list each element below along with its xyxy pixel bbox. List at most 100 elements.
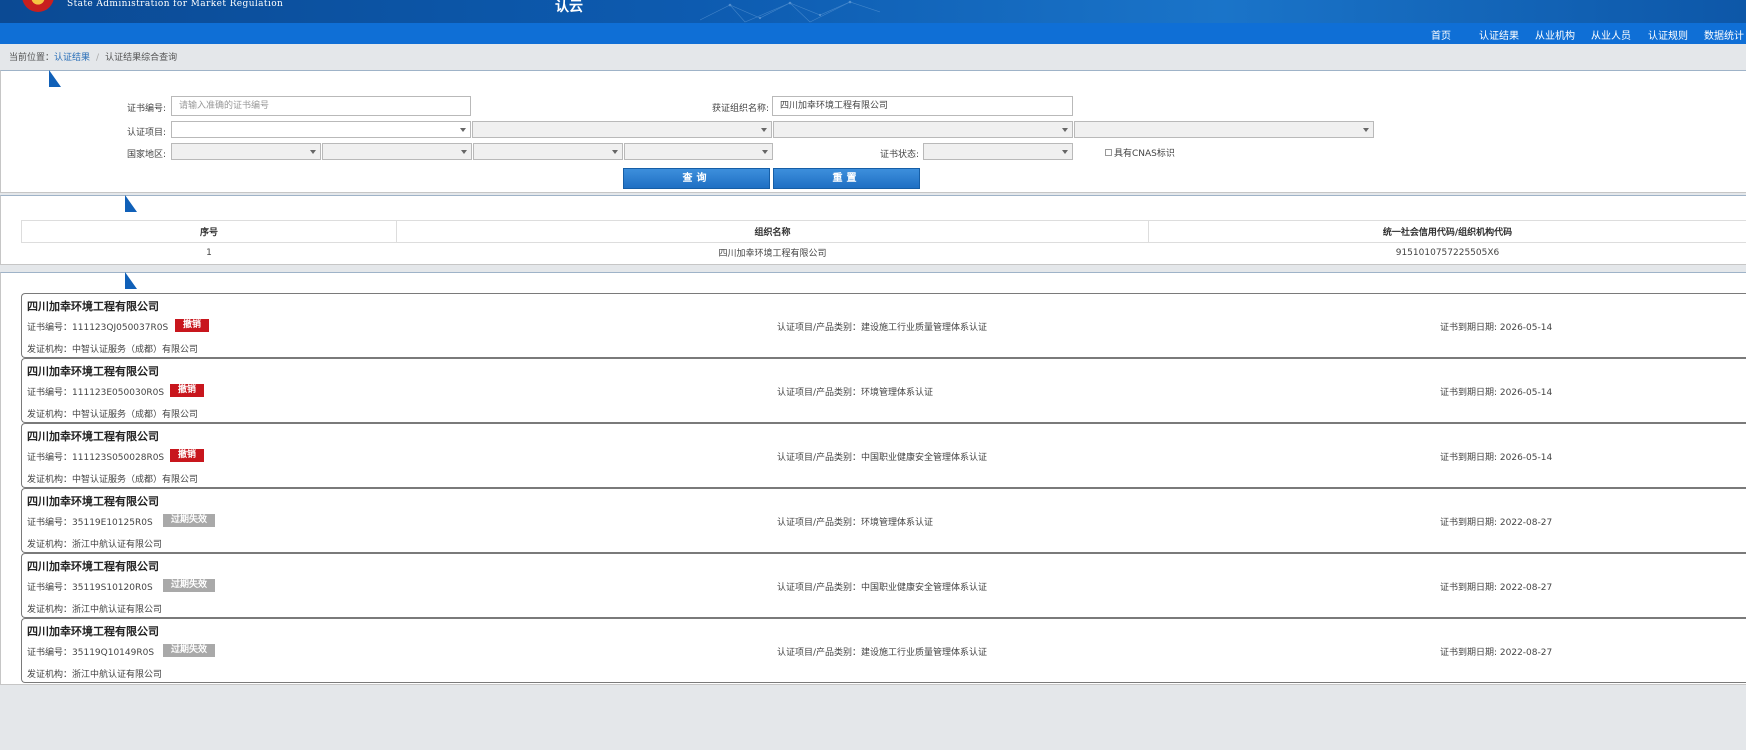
main-nav: 首页 认证结果 从业机构 从业人员 认证规则 数据统计	[0, 23, 1746, 44]
cnas-checkbox[interactable]	[1105, 149, 1112, 156]
project-label: 认证项目:	[127, 128, 167, 138]
project-select-4[interactable]	[1074, 121, 1374, 138]
query-panel-title: 查询条件	[1, 70, 61, 87]
issuer-prefix: 发证机构：	[27, 345, 73, 355]
query-panel: 查询条件 证书编号: 请输入准确的证书编号 获证组织名称: 四川加幸环境工程有限…	[0, 70, 1746, 193]
cert-card[interactable]: 四川加幸环境工程有限公司 证书编号：111123E050030R0S 撤销 认证项目/…	[21, 358, 1746, 423]
cert-project: 认证项目/产品类别：中国职业健康安全管理体系认证	[777, 450, 987, 463]
status-badge: 过期失效	[163, 514, 216, 527]
cert-card[interactable]: 四川加幸环境工程有限公司 证书编号：35119S10120R0S 过期失效 认证项目/…	[21, 553, 1746, 618]
nav-statistics[interactable]: 数据统计	[1704, 27, 1744, 42]
expiry-prefix: 证书到期日期:	[1440, 388, 1500, 398]
expiry-value: 2026-05-14	[1499, 453, 1553, 463]
nav-cert-results[interactable]: 认证结果	[1479, 27, 1519, 42]
project-select-1[interactable]	[171, 121, 471, 138]
issuer-prefix: 发证机构：	[27, 540, 73, 550]
cert-company-name: 四川加幸环境工程有限公司	[27, 300, 159, 313]
table-row[interactable]: 1 四川加幸环境工程有限公司 9151010757225505X6	[22, 243, 1746, 263]
org-list-panel: 组织列表(点击查看证书信息) 序号 组织名称 统一社会信用代码/组织机构代码 1…	[0, 195, 1746, 265]
status-select[interactable]	[923, 143, 1073, 160]
org-row-index: 1	[206, 247, 212, 258]
chevron-down-icon	[460, 128, 466, 132]
chevron-down-icon	[1062, 150, 1068, 154]
org-col-name: 组织名称	[396, 220, 1149, 243]
cert-no-input[interactable]: 请输入准确的证书编号	[171, 96, 471, 116]
status-badge: 撤销	[170, 449, 205, 462]
cert-issuer: 发证机构：浙江中航认证有限公司	[27, 667, 162, 680]
project-value: 建设施工行业质量管理体系认证	[861, 323, 988, 333]
issuer-value: 中智认证服务（成都）有限公司	[72, 475, 199, 485]
search-button[interactable]: 查询	[623, 168, 770, 189]
cert-card[interactable]: 四川加幸环境工程有限公司 证书编号：111123S050028R0S 撤销 认证项目/…	[21, 423, 1746, 488]
cert-no-value: 35119Q10149R0S	[72, 648, 155, 658]
project-select-3[interactable]	[773, 121, 1073, 138]
project-prefix: 认证项目/产品类别：	[777, 648, 862, 658]
cert-issuer: 发证机构：浙江中航认证有限公司	[27, 602, 162, 615]
cert-no-value: 35119E10125R0S	[72, 518, 153, 528]
cnas-checkbox-wrap[interactable]: 具有CNAS标识	[1105, 146, 1175, 159]
expiry-value: 2022-08-27	[1499, 518, 1553, 528]
nav-cert-rules[interactable]: 认证规则	[1648, 27, 1688, 42]
chevron-down-icon	[761, 128, 767, 132]
network-decoration-icon	[700, 0, 880, 23]
expiry-prefix: 证书到期日期:	[1440, 453, 1500, 463]
breadcrumb-link[interactable]: 认证结果	[54, 53, 90, 63]
chevron-down-icon	[612, 150, 618, 154]
status-badge: 过期失效	[163, 579, 216, 592]
nav-institutions[interactable]: 从业机构	[1535, 27, 1575, 42]
project-prefix: 认证项目/产品类别：	[777, 453, 862, 463]
region-select-3[interactable]	[473, 143, 623, 160]
cert-company-name: 四川加幸环境工程有限公司	[27, 365, 159, 378]
issuer-value: 中智认证服务（成都）有限公司	[72, 410, 199, 420]
expiry-prefix: 证书到期日期:	[1440, 583, 1500, 593]
org-name-input[interactable]: 四川加幸环境工程有限公司	[772, 96, 1073, 116]
cert-project: 认证项目/产品类别：中国职业健康安全管理体系认证	[777, 580, 987, 593]
reset-button[interactable]: 重置	[773, 168, 920, 189]
cert-list-panel: 证书列表(点击查看详细信息) 四川加幸环境工程有限公司 证书编号：111123QJ…	[0, 272, 1746, 685]
cert-card[interactable]: 四川加幸环境工程有限公司 证书编号：111123QJ050037R0S 撤销 认证项目…	[21, 293, 1746, 358]
cert-number: 证书编号：35119E10125R0S	[27, 515, 153, 528]
cert-company-name: 四川加幸环境工程有限公司	[27, 430, 159, 443]
org-col-code: 统一社会信用代码/组织机构代码	[1148, 220, 1746, 243]
site-title-fragment: 认云	[555, 0, 583, 15]
breadcrumb-separator: /	[96, 53, 100, 63]
cert-no-value: 111123QJ050037R0S	[72, 323, 169, 333]
cert-issuer: 发证机构：中智认证服务（成都）有限公司	[27, 342, 198, 355]
project-prefix: 认证项目/产品类别：	[777, 583, 862, 593]
region-select-1[interactable]	[171, 143, 321, 160]
cert-issuer: 发证机构：中智认证服务（成都）有限公司	[27, 407, 198, 420]
cert-no-prefix: 证书编号：	[27, 388, 73, 398]
cert-no-label: 证书编号:	[127, 104, 167, 114]
cert-number: 证书编号：35119Q10149R0S	[27, 645, 154, 658]
chevron-down-icon	[1363, 128, 1369, 132]
status-badge: 撤销	[175, 319, 210, 332]
project-select-2[interactable]	[472, 121, 772, 138]
project-value: 环境管理体系认证	[861, 388, 934, 398]
cert-no-value: 111123E050030R0S	[72, 388, 165, 398]
cert-project: 认证项目/产品类别：环境管理体系认证	[777, 385, 933, 398]
cert-project: 认证项目/产品类别：建设施工行业质量管理体系认证	[777, 320, 987, 333]
status-label: 证书状态:	[880, 150, 920, 160]
cert-no-value: 35119S10120R0S	[72, 583, 153, 593]
cnas-label: 具有CNAS标识	[1114, 149, 1175, 159]
chevron-down-icon	[310, 150, 316, 154]
cert-number: 证书编号：111123E050030R0S	[27, 385, 164, 398]
chevron-down-icon	[762, 150, 768, 154]
region-select-4[interactable]	[624, 143, 773, 160]
cert-no-prefix: 证书编号：	[27, 648, 73, 658]
cert-no-value: 111123S050028R0S	[72, 453, 165, 463]
nav-home[interactable]: 首页	[1431, 27, 1451, 42]
org-list-panel-title: 组织列表(点击查看证书信息)	[1, 195, 137, 212]
region-select-2[interactable]	[322, 143, 472, 160]
cert-project: 认证项目/产品类别：环境管理体系认证	[777, 515, 933, 528]
issuer-value: 浙江中航认证有限公司	[72, 670, 163, 680]
expiry-prefix: 证书到期日期:	[1440, 323, 1500, 333]
cert-company-name: 四川加幸环境工程有限公司	[27, 560, 159, 573]
expiry-value: 2026-05-14	[1499, 323, 1553, 333]
issuer-prefix: 发证机构：	[27, 670, 73, 680]
nav-practitioners[interactable]: 从业人员	[1591, 27, 1631, 42]
issuer-value: 中智认证服务（成都）有限公司	[72, 345, 199, 355]
issuer-value: 浙江中航认证有限公司	[72, 540, 163, 550]
cert-card[interactable]: 四川加幸环境工程有限公司 证书编号：35119E10125R0S 过期失效 认证项目/…	[21, 488, 1746, 553]
cert-card[interactable]: 四川加幸环境工程有限公司 证书编号：35119Q10149R0S 过期失效 认证项目/…	[21, 618, 1746, 683]
